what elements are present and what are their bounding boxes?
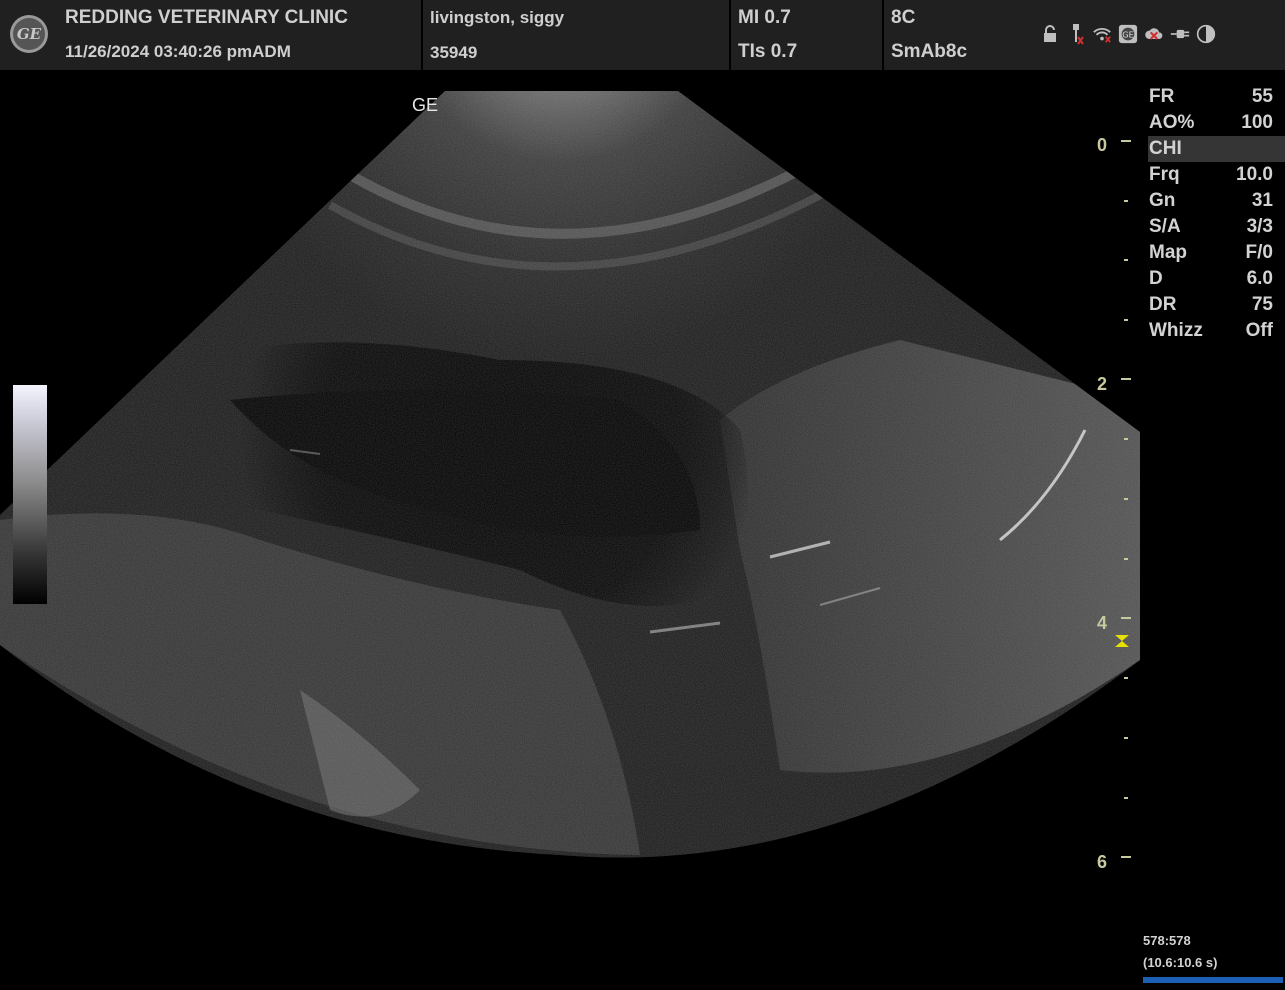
param-label: Map xyxy=(1149,242,1187,263)
param-value: 75 xyxy=(1251,294,1273,315)
param-label: Whizz xyxy=(1149,320,1203,341)
ge-logo: GE xyxy=(10,15,48,53)
cine-frame-info: 578:578 (10.6:10.6 s) xyxy=(1143,930,1217,974)
cine-time: (10.6:10.6 s) xyxy=(1143,955,1218,970)
ge-logo-mark: GE xyxy=(13,18,45,50)
depth-tick-minor xyxy=(1124,737,1128,739)
operator-id: ADM xyxy=(252,42,291,61)
header-divider xyxy=(882,0,884,70)
depth-tick-minor xyxy=(1124,259,1128,261)
patient-id: 35949 xyxy=(430,43,478,62)
ultrasound-image-area[interactable]: GE xyxy=(0,70,1140,990)
header-divider xyxy=(729,0,731,70)
param-value: Off xyxy=(1245,320,1273,341)
clinic-name: REDDING VETERINARY CLINIC xyxy=(65,7,348,28)
depth-tick-minor xyxy=(1124,319,1128,321)
param-value: 10.0 xyxy=(1236,164,1273,185)
param-row-dr: DR 75 xyxy=(1148,292,1285,318)
cine-progress-bar[interactable] xyxy=(1143,977,1283,983)
param-label: AO% xyxy=(1149,112,1195,133)
probe-name: 8C xyxy=(891,7,916,28)
depth-tick-major xyxy=(1121,617,1131,619)
depth-tick-major xyxy=(1121,140,1131,142)
depth-tick-major xyxy=(1121,378,1131,380)
param-value: 6.0 xyxy=(1246,268,1273,289)
exam-preset: SmAb8c xyxy=(891,41,968,62)
mechanical-index: MI 0.7 xyxy=(738,7,791,28)
param-value: 3/3 xyxy=(1246,216,1273,237)
usb-icon xyxy=(1066,22,1086,46)
param-value: 100 xyxy=(1241,112,1273,133)
param-row-d: D 6.0 xyxy=(1148,266,1285,292)
power-plug-icon xyxy=(1170,22,1190,46)
param-row-gn: Gn 31 xyxy=(1148,188,1285,214)
lock-icon xyxy=(1040,22,1060,46)
depth-tick-minor xyxy=(1124,797,1128,799)
svg-text:GE: GE xyxy=(1122,30,1134,40)
depth-label-4: 4 xyxy=(1096,613,1107,633)
exam-date-time: 11/26/2024 03:40:26 pm xyxy=(65,42,253,61)
param-row-chi: CHI xyxy=(1148,136,1285,162)
depth-tick-minor xyxy=(1124,438,1128,440)
param-row-frq: Frq 10.0 xyxy=(1148,162,1285,188)
depth-tick-minor xyxy=(1124,200,1128,202)
depth-tick-minor xyxy=(1124,558,1128,560)
exam-datetime: 11/26/2024 03:40:26 pmADM xyxy=(65,42,291,62)
grayscale-bar xyxy=(13,385,47,604)
param-label: FR xyxy=(1149,86,1175,107)
header-divider xyxy=(421,0,423,70)
param-label: Gn xyxy=(1149,190,1176,211)
param-label: D xyxy=(1149,268,1163,289)
param-row-whizz: Whizz Off xyxy=(1148,318,1285,344)
param-value: 55 xyxy=(1251,86,1273,107)
probe-orientation-marker: GE xyxy=(412,95,439,115)
depth-tick-minor xyxy=(1124,677,1128,679)
param-label: Frq xyxy=(1149,164,1180,185)
imaging-parameters-panel: FR 55 AO% 100 CHI Frq 10.0 Gn 31 S/A 3/3 Map F… xyxy=(1148,84,1285,344)
param-label: DR xyxy=(1149,294,1177,315)
param-row-fr: FR 55 xyxy=(1148,84,1285,110)
depth-label-0: 0 xyxy=(1096,135,1107,155)
param-label: CHI xyxy=(1149,138,1182,159)
depth-label-2: 2 xyxy=(1096,374,1107,394)
header-bar: GE REDDING VETERINARY CLINIC 11/26/2024 … xyxy=(0,0,1285,70)
param-row-sa: S/A 3/3 xyxy=(1148,214,1285,240)
wifi-icon xyxy=(1092,22,1112,46)
param-row-map: Map F/0 xyxy=(1148,240,1285,266)
focal-zone-marker[interactable] xyxy=(1114,634,1130,648)
thermal-index: TIs 0.7 xyxy=(738,41,798,62)
depth-label-6: 6 xyxy=(1096,852,1107,872)
contrast-icon xyxy=(1196,22,1216,46)
cine-frame-counter: 578:578 xyxy=(1143,933,1191,948)
cloud-error-icon xyxy=(1144,22,1164,46)
param-label: S/A xyxy=(1149,216,1181,237)
patient-name: livingston, siggy xyxy=(430,8,565,27)
ultrasound-sector-image[interactable] xyxy=(0,70,1140,990)
param-value: 31 xyxy=(1251,190,1273,211)
ge-service-icon: GE xyxy=(1118,22,1138,46)
depth-tick-major xyxy=(1121,856,1131,858)
depth-tick-minor xyxy=(1124,498,1128,500)
param-value: F/0 xyxy=(1245,242,1273,263)
param-row-ao: AO% 100 xyxy=(1148,110,1285,136)
system-status-icons: GE xyxy=(1040,22,1216,46)
